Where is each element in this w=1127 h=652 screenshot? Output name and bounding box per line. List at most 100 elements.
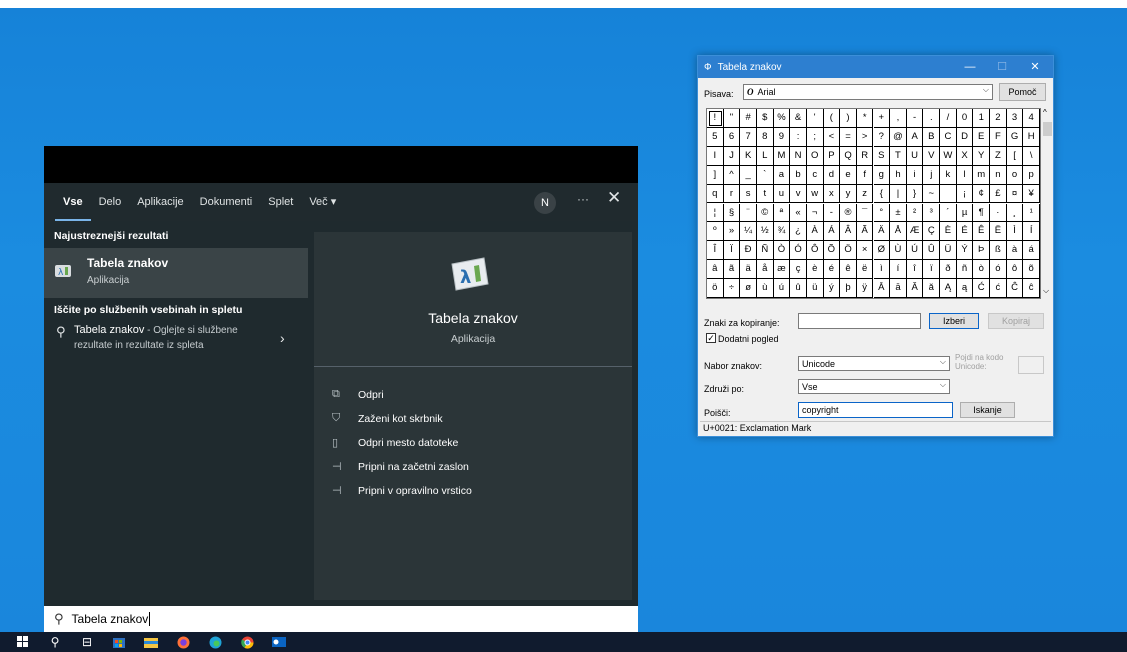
char-cell[interactable]: Ú [906, 241, 924, 261]
char-cell[interactable]: ³ [923, 203, 941, 223]
char-cell[interactable]: Í [1023, 222, 1040, 242]
char-cell[interactable]: Ā [873, 279, 891, 298]
char-cell[interactable]: Å [890, 222, 907, 242]
task-view-icon[interactable]: ⊟ [78, 635, 96, 649]
char-cell[interactable]: $ [756, 109, 774, 128]
char-cell[interactable]: ê [840, 260, 857, 280]
char-cell[interactable]: o [1006, 165, 1024, 185]
store-icon[interactable] [110, 635, 128, 649]
char-cell[interactable]: þ [840, 279, 857, 298]
char-cell[interactable]: Ê [973, 222, 991, 242]
char-cell[interactable]: Ü [940, 241, 957, 261]
char-cell[interactable]: # [740, 109, 757, 128]
char-cell[interactable]: D [956, 127, 974, 147]
more-options-icon[interactable]: ··· [577, 192, 589, 206]
char-cell[interactable]: ' [806, 109, 824, 128]
char-cell[interactable]: U [906, 146, 924, 166]
char-cell[interactable]: Ò [773, 241, 791, 261]
charmap-search-input[interactable]: copyright [798, 402, 953, 418]
char-cell[interactable]: ç [790, 260, 807, 280]
char-cell[interactable]: å [756, 260, 774, 280]
char-cell[interactable]: ¨ [740, 203, 757, 223]
char-cell[interactable]: º [707, 222, 724, 242]
char-cell[interactable]: V [923, 146, 941, 166]
char-cell[interactable]: Ù [890, 241, 907, 261]
char-cell[interactable]: Ñ [756, 241, 774, 261]
char-cell[interactable]: v [790, 184, 807, 204]
char-cell[interactable]: w [806, 184, 824, 204]
char-cell[interactable]: m [973, 165, 991, 185]
char-cell[interactable]: ] [707, 165, 724, 185]
char-cell[interactable]: Ð [740, 241, 757, 261]
search-input[interactable]: Tabela znakov [72, 612, 149, 626]
char-cell[interactable]: 6 [723, 127, 741, 147]
charset-select[interactable]: Unicode ⌵ [798, 356, 950, 371]
tab-apps[interactable]: Aplikacije [129, 183, 191, 221]
char-cell[interactable]: ÿ [856, 279, 874, 298]
char-cell[interactable]: Ĉ [1006, 279, 1024, 298]
char-cell[interactable]: ä [740, 260, 757, 280]
char-cell[interactable]: B [923, 127, 941, 147]
char-cell[interactable]: . [923, 109, 941, 128]
char-cell[interactable] [940, 184, 957, 204]
char-cell[interactable]: ´ [940, 203, 957, 223]
char-cell[interactable]: ¯ [856, 203, 874, 223]
char-cell[interactable]: p [1023, 165, 1040, 185]
char-cell[interactable]: « [790, 203, 807, 223]
char-cell[interactable]: û [790, 279, 807, 298]
char-cell[interactable]: r [723, 184, 741, 204]
firefox-icon[interactable] [174, 635, 192, 649]
char-cell[interactable]: £ [990, 184, 1007, 204]
help-button[interactable]: Pomoč [999, 83, 1046, 101]
scroll-up-icon[interactable]: ^ [1043, 108, 1047, 117]
char-cell[interactable]: ñ [956, 260, 974, 280]
char-cell[interactable]: L [756, 146, 774, 166]
scroll-thumb[interactable] [1043, 122, 1052, 136]
action-run-as-admin[interactable]: ⛉ Zaženi kot skrbnik [332, 412, 443, 425]
char-cell[interactable]: Y [973, 146, 991, 166]
char-cell[interactable]: < [823, 127, 841, 147]
char-cell[interactable]: É [956, 222, 974, 242]
char-cell[interactable]: ì [873, 260, 891, 280]
action-pin-start[interactable]: ⊣ Pripni na začetni zaslon [332, 460, 469, 474]
char-cell[interactable]: 3 [1006, 109, 1024, 128]
char-cell[interactable]: ² [906, 203, 924, 223]
char-cell[interactable]: ª [773, 203, 791, 223]
tab-more[interactable]: Več ▾ [301, 183, 344, 221]
char-cell[interactable]: \ [1023, 146, 1040, 166]
character-grid[interactable]: ! " # $% & '() * +, -./0 1 2 3 4 5 6 7 8 9:; < = >? @ A B C D E F G H… [706, 108, 1041, 299]
char-cell[interactable]: Ç [923, 222, 941, 242]
char-cell[interactable]: ¾ [773, 222, 791, 242]
charmap-title-bar[interactable]: Ф Tabela znakov — ☐ ✕ [698, 56, 1053, 78]
char-cell[interactable]: P [823, 146, 841, 166]
search-icon[interactable]: ⚲ [46, 635, 64, 649]
char-cell[interactable]: ö [707, 279, 724, 298]
char-cell[interactable]: 9 [773, 127, 791, 147]
char-cell[interactable]: ¦ [707, 203, 724, 223]
taskbar-search-box[interactable]: ⚲ Tabela znakov [44, 606, 638, 632]
char-cell[interactable]: · [990, 203, 1007, 223]
avatar[interactable]: N [534, 192, 556, 214]
char-cell[interactable]: Â [840, 222, 857, 242]
char-cell[interactable]: ü [806, 279, 824, 298]
char-cell[interactable]: 2 [990, 109, 1007, 128]
char-cell[interactable]: Ø [873, 241, 891, 261]
char-cell[interactable]: ¥ [1023, 184, 1040, 204]
char-cell[interactable]: g [873, 165, 891, 185]
char-cell[interactable]: ë [856, 260, 874, 280]
char-cell[interactable]: Î [707, 241, 724, 261]
char-cell[interactable]: I [707, 146, 724, 166]
char-cell[interactable]: N [790, 146, 807, 166]
char-cell[interactable]: | [890, 184, 907, 204]
char-cell[interactable]: é [823, 260, 841, 280]
char-cell[interactable]: ¡ [956, 184, 974, 204]
char-cell[interactable]: ¤ [1006, 184, 1024, 204]
char-cell[interactable]: M [773, 146, 791, 166]
char-cell[interactable]: q [707, 184, 724, 204]
char-cell[interactable]: à [1006, 241, 1024, 261]
char-cell[interactable]: Ý [956, 241, 974, 261]
char-cell[interactable]: * [856, 109, 874, 128]
char-cell[interactable]: À [806, 222, 824, 242]
action-open-file-location[interactable]: ▯ Odpri mesto datoteke [332, 436, 458, 450]
char-cell[interactable]: ć [990, 279, 1007, 298]
